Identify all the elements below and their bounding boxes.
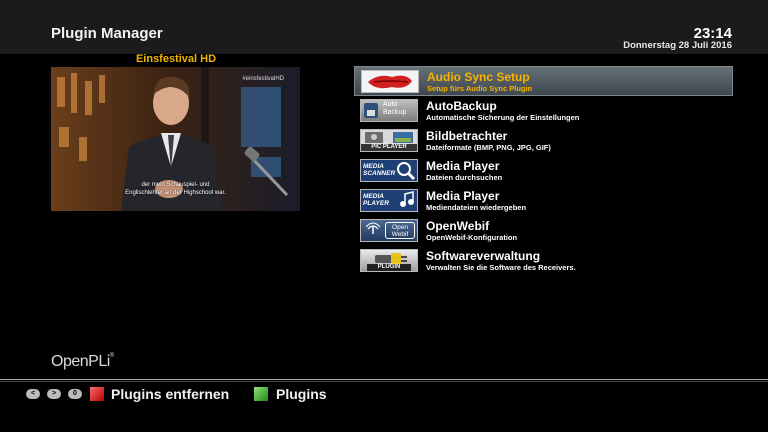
plugin-list: Audio Sync Setup Setup fürs Audio Sync P… <box>354 66 733 276</box>
openwebif-icon: Open Webif <box>360 219 418 242</box>
plugin-item-audio-sync[interactable]: Audio Sync Setup Setup fürs Audio Sync P… <box>354 66 733 96</box>
plugin-item-openwebif[interactable]: Open Webif OpenWebif OpenWebif-Konfigura… <box>354 216 733 246</box>
red-key-label[interactable]: Plugins entfernen <box>111 386 229 402</box>
prev-key-button[interactable]: < <box>26 389 40 399</box>
green-key-label[interactable]: Plugins <box>276 386 327 402</box>
date: Donnerstag 28 Juli 2016 <box>623 40 732 51</box>
plugin-item-media-scanner[interactable]: MEDIA SCANNER Media Player Dateien durch… <box>354 156 733 186</box>
plugin-description: Dateiformate (BMP, PNG, JPG, GIF) <box>426 143 551 152</box>
autobackup-icon-text: Auto Backup <box>383 101 407 116</box>
plugin-description: Automatische Sicherung der Einstellungen <box>426 113 580 122</box>
plugin-description: Mediendateien wiedergeben <box>426 203 527 212</box>
zero-key-button[interactable]: 0 <box>68 389 82 399</box>
plugin-name: Softwareverwaltung <box>426 249 541 263</box>
page-title: Plugin Manager <box>51 25 163 42</box>
next-key-button[interactable]: > <box>47 389 61 399</box>
subtitle-line-1: der mein Schauspiel- und <box>141 182 210 188</box>
media-player-icon: MEDIA PLAYER <box>360 189 418 212</box>
plugin-name: Audio Sync Setup <box>427 70 530 84</box>
plugin-icon-text: PLUGIN <box>367 264 411 271</box>
media-player-icon-text: MEDIA PLAYER <box>363 193 389 207</box>
plugin-name: Media Player <box>426 159 500 173</box>
plugin-description: OpenWebif-Konfiguration <box>426 233 518 242</box>
logo-mark: ® <box>109 353 114 359</box>
media-scanner-icon-text: MEDIA SCANNER <box>363 163 396 177</box>
pic-player-icon: PIC PLAYER <box>360 129 418 152</box>
pic-player-icon-text: PIC PLAYER <box>361 144 417 151</box>
plugin-description: Dateien durchsuchen <box>426 173 503 182</box>
subtitle-line-2: Englischlehrer an der Highschool war. <box>125 190 226 196</box>
autobackup-icon: Auto Backup <box>360 99 418 122</box>
plugin-item-bildbetrachter[interactable]: PIC PLAYER Bildbetrachter Dateiformate (… <box>354 126 733 156</box>
plugin-icon: PLUGIN <box>360 249 418 272</box>
openpli-logo: OpenPLi® <box>51 353 114 371</box>
channel-watermark: #einsfestivalHD <box>242 76 284 82</box>
footer-divider <box>0 379 768 380</box>
plugin-description: Verwalten Sie die Software des Receivers… <box>426 263 576 272</box>
plugin-item-autobackup[interactable]: Auto Backup AutoBackup Automatische Sich… <box>354 96 733 126</box>
red-key-icon[interactable] <box>90 387 104 401</box>
plugin-item-media-player[interactable]: MEDIA PLAYER Media Player Mediendateien … <box>354 186 733 216</box>
audio-sync-icon <box>361 70 419 93</box>
media-scanner-icon: MEDIA SCANNER <box>360 159 418 182</box>
openwebif-icon-text: Open Webif <box>385 222 415 239</box>
channel-name: Einsfestival HD <box>135 53 217 65</box>
plugin-item-softwareverwaltung[interactable]: PLUGIN Softwareverwaltung Verwalten Sie … <box>354 246 733 276</box>
logo-text: OpenPLi <box>51 353 110 370</box>
plugin-name: Bildbetrachter <box>426 129 508 143</box>
plugin-name: AutoBackup <box>426 99 497 113</box>
green-key-icon[interactable] <box>254 387 268 401</box>
plugin-name: Media Player <box>426 189 500 203</box>
plugin-description: Setup fürs Audio Sync Plugin <box>427 84 533 93</box>
header-bar: Plugin Manager 23:14 Donnerstag 28 Juli … <box>0 0 768 54</box>
plugin-name: OpenWebif <box>426 219 490 233</box>
tv-preview: #einsfestivalHD der mein Schauspiel- und… <box>51 67 300 211</box>
